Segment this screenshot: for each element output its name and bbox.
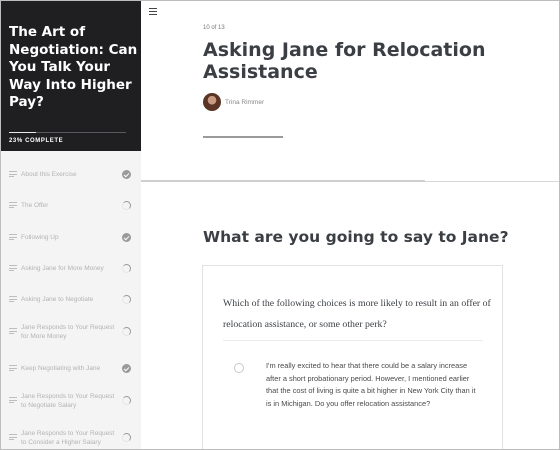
question-prompt: Which of the following choices is more l… [223,298,491,330]
progress-bar [9,132,126,133]
sidebar-item-label: Jane Responds to Your Request to Conside… [21,430,115,446]
course-sidebar: The Art of Negotiation: Can You Talk You… [1,1,141,449]
hamburger-icon[interactable] [149,8,157,16]
lines-icon [9,434,17,440]
sidebar-item-label: Asking Jane for More Money [21,265,104,272]
course-title: The Art of Negotiation: Can You Talk You… [9,24,138,110]
partial-circle-icon [122,327,131,336]
check-circle-icon [122,233,131,242]
progress-text: 23% COMPLETE [9,138,64,144]
lines-icon [9,171,17,177]
sidebar-item-label: Keep Negotiating with Jane [21,365,101,372]
lesson-title: Asking Jane for Relocation Assistance [203,39,486,83]
sidebar-item[interactable]: About this Exercise [1,158,141,190]
partial-circle-icon [122,396,131,405]
sidebar-item-label: Asking Jane to Negotiate [21,296,94,303]
sidebar-item[interactable]: Jane Responds to Your Request to Negotia… [1,384,141,416]
app-window: The Art of Negotiation: Can You Talk You… [0,0,560,450]
sidebar-item-label: The Offer [21,202,49,209]
lines-icon [9,328,17,334]
sidebar-item[interactable]: Asking Jane for More Money [1,252,141,284]
progress-bar-fill [9,132,36,133]
partial-circle-icon [122,295,131,304]
sidebar-item-label: About this Exercise [21,171,77,178]
lesson-count: 10 of 13 [203,25,225,31]
author-name: Trina Rimmer [225,99,265,106]
sidebar-item[interactable]: Jane Responds to Your Request for More M… [1,315,141,347]
lines-icon [9,296,17,302]
sidebar-item[interactable]: Asking Jane to Negotiate [1,283,141,315]
title-divider [203,136,283,138]
partial-circle-icon [122,264,131,273]
author-avatar [203,93,221,111]
lines-icon [9,397,17,403]
lines-icon [9,234,17,240]
lines-icon [9,202,17,208]
sidebar-item-label: Following Up [21,234,59,241]
question-card: Which of the following choices is more l… [202,265,503,449]
prompt-divider [223,340,483,341]
partial-circle-icon [122,201,131,210]
partial-circle-icon [122,433,131,442]
question-heading: What are you going to say to Jane? [203,228,509,246]
sidebar-item-label: Jane Responds to Your Request for More M… [21,324,115,340]
lines-icon [9,265,17,271]
choice-text-1[interactable]: I'm really excited to hear that there co… [266,360,478,410]
check-circle-icon [122,170,131,179]
choice-radio-1[interactable] [234,363,244,373]
course-header: The Art of Negotiation: Can You Talk You… [1,1,141,151]
sidebar-item[interactable]: Keep Negotiating with Jane [1,352,141,384]
sidebar-item[interactable]: The Offer [1,189,141,221]
section-progress-line [141,180,425,182]
sidebar-item[interactable]: Following Up [1,221,141,253]
lines-icon [9,365,17,371]
sidebar-item-label: Jane Responds to Your Request to Negotia… [21,393,115,409]
lesson-content: 10 of 13 Asking Jane for Relocation Assi… [141,1,559,449]
sidebar-item[interactable]: Jane Responds to Your Request to Conside… [1,421,141,449]
check-circle-icon [122,364,131,373]
